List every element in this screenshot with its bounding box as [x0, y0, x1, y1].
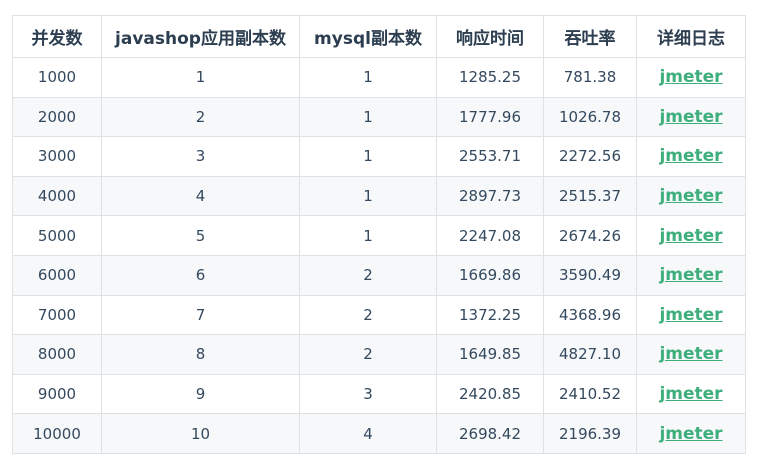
header-detail-log: 详细日志 — [636, 15, 746, 58]
cell-mysql-replicas: 2 — [299, 334, 437, 375]
cell-app-replicas: 1 — [101, 57, 300, 98]
cell-mysql-replicas: 1 — [299, 175, 437, 217]
cell-detail-log: jmeter — [636, 254, 746, 296]
cell-response-time: 2247.08 — [436, 215, 544, 256]
cell-throughput: 4827.10 — [543, 334, 637, 375]
jmeter-log-link[interactable]: jmeter — [659, 226, 722, 246]
results-table-container: 并发数 javashop应用副本数 mysql副本数 响应时间 吞吐率 详细日志… — [12, 15, 746, 454]
cell-detail-log: jmeter — [636, 175, 746, 217]
cell-response-time: 1372.25 — [436, 294, 544, 336]
header-mysql-replicas: mysql副本数 — [299, 15, 437, 58]
cell-concurrency: 5000 — [12, 215, 102, 256]
jmeter-log-link[interactable]: jmeter — [659, 107, 722, 127]
cell-throughput: 2515.37 — [543, 175, 637, 217]
cell-concurrency: 8000 — [12, 334, 102, 375]
cell-response-time: 2420.85 — [436, 373, 544, 415]
jmeter-log-link[interactable]: jmeter — [659, 67, 722, 87]
cell-mysql-replicas: 1 — [299, 136, 437, 177]
jmeter-log-link[interactable]: jmeter — [659, 424, 722, 444]
cell-detail-log: jmeter — [636, 334, 746, 375]
cell-detail-log: jmeter — [636, 413, 746, 454]
cell-throughput: 1026.78 — [543, 96, 637, 138]
cell-app-replicas: 3 — [101, 136, 300, 177]
header-concurrency: 并发数 — [12, 15, 102, 58]
table-row: 7000 7 2 1372.25 4368.96 jmeter — [12, 294, 746, 336]
cell-detail-log: jmeter — [636, 294, 746, 336]
cell-concurrency: 9000 — [12, 373, 102, 415]
cell-app-replicas: 8 — [101, 334, 300, 375]
cell-throughput: 2272.56 — [543, 136, 637, 177]
header-throughput: 吞吐率 — [543, 15, 637, 58]
cell-detail-log: jmeter — [636, 96, 746, 138]
cell-concurrency: 3000 — [12, 136, 102, 177]
cell-response-time: 1285.25 — [436, 57, 544, 98]
cell-app-replicas: 6 — [101, 254, 300, 296]
table-row: 3000 3 1 2553.71 2272.56 jmeter — [12, 136, 746, 177]
cell-app-replicas: 2 — [101, 96, 300, 138]
cell-response-time: 2553.71 — [436, 136, 544, 177]
cell-concurrency: 7000 — [12, 294, 102, 336]
cell-mysql-replicas: 2 — [299, 294, 437, 336]
table-row: 6000 6 2 1669.86 3590.49 jmeter — [12, 254, 746, 296]
cell-concurrency: 2000 — [12, 96, 102, 138]
table-row: 9000 9 3 2420.85 2410.52 jmeter — [12, 373, 746, 415]
table-header-row: 并发数 javashop应用副本数 mysql副本数 响应时间 吞吐率 详细日志 — [12, 15, 746, 58]
header-response-time: 响应时间 — [436, 15, 544, 58]
cell-mysql-replicas: 1 — [299, 215, 437, 256]
cell-app-replicas: 10 — [101, 413, 300, 454]
cell-response-time: 2698.42 — [436, 413, 544, 454]
table-row: 10000 10 4 2698.42 2196.39 jmeter — [12, 413, 746, 454]
cell-mysql-replicas: 1 — [299, 96, 437, 138]
table-body: 1000 1 1 1285.25 781.38 jmeter 2000 2 1 1777.96 10… — [12, 57, 746, 454]
cell-app-replicas: 5 — [101, 215, 300, 256]
cell-mysql-replicas: 4 — [299, 413, 437, 454]
cell-throughput: 3590.49 — [543, 254, 637, 296]
jmeter-log-link[interactable]: jmeter — [659, 186, 722, 206]
cell-response-time: 1669.86 — [436, 254, 544, 296]
jmeter-log-link[interactable]: jmeter — [659, 146, 722, 166]
table-row: 8000 8 2 1649.85 4827.10 jmeter — [12, 334, 746, 375]
cell-response-time: 1649.85 — [436, 334, 544, 375]
cell-throughput: 2196.39 — [543, 413, 637, 454]
cell-response-time: 1777.96 — [436, 96, 544, 138]
cell-mysql-replicas: 3 — [299, 373, 437, 415]
cell-detail-log: jmeter — [636, 136, 746, 177]
load-test-results-table: 并发数 javashop应用副本数 mysql副本数 响应时间 吞吐率 详细日志… — [12, 15, 746, 454]
cell-mysql-replicas: 2 — [299, 254, 437, 296]
jmeter-log-link[interactable]: jmeter — [659, 305, 722, 325]
cell-detail-log: jmeter — [636, 215, 746, 256]
cell-throughput: 2410.52 — [543, 373, 637, 415]
cell-detail-log: jmeter — [636, 57, 746, 98]
cell-mysql-replicas: 1 — [299, 57, 437, 98]
cell-app-replicas: 7 — [101, 294, 300, 336]
cell-concurrency: 4000 — [12, 175, 102, 217]
cell-app-replicas: 9 — [101, 373, 300, 415]
jmeter-log-link[interactable]: jmeter — [659, 265, 722, 285]
table-row: 2000 2 1 1777.96 1026.78 jmeter — [12, 96, 746, 138]
table-row: 5000 5 1 2247.08 2674.26 jmeter — [12, 215, 746, 256]
cell-detail-log: jmeter — [636, 373, 746, 415]
cell-concurrency: 1000 — [12, 57, 102, 98]
header-app-replicas: javashop应用副本数 — [101, 15, 300, 58]
cell-app-replicas: 4 — [101, 175, 300, 217]
jmeter-log-link[interactable]: jmeter — [659, 384, 722, 404]
jmeter-log-link[interactable]: jmeter — [659, 344, 722, 364]
cell-concurrency: 10000 — [12, 413, 102, 454]
cell-concurrency: 6000 — [12, 254, 102, 296]
cell-throughput: 4368.96 — [543, 294, 637, 336]
cell-throughput: 2674.26 — [543, 215, 637, 256]
table-row: 4000 4 1 2897.73 2515.37 jmeter — [12, 175, 746, 217]
table-row: 1000 1 1 1285.25 781.38 jmeter — [12, 57, 746, 98]
cell-response-time: 2897.73 — [436, 175, 544, 217]
cell-throughput: 781.38 — [543, 57, 637, 98]
